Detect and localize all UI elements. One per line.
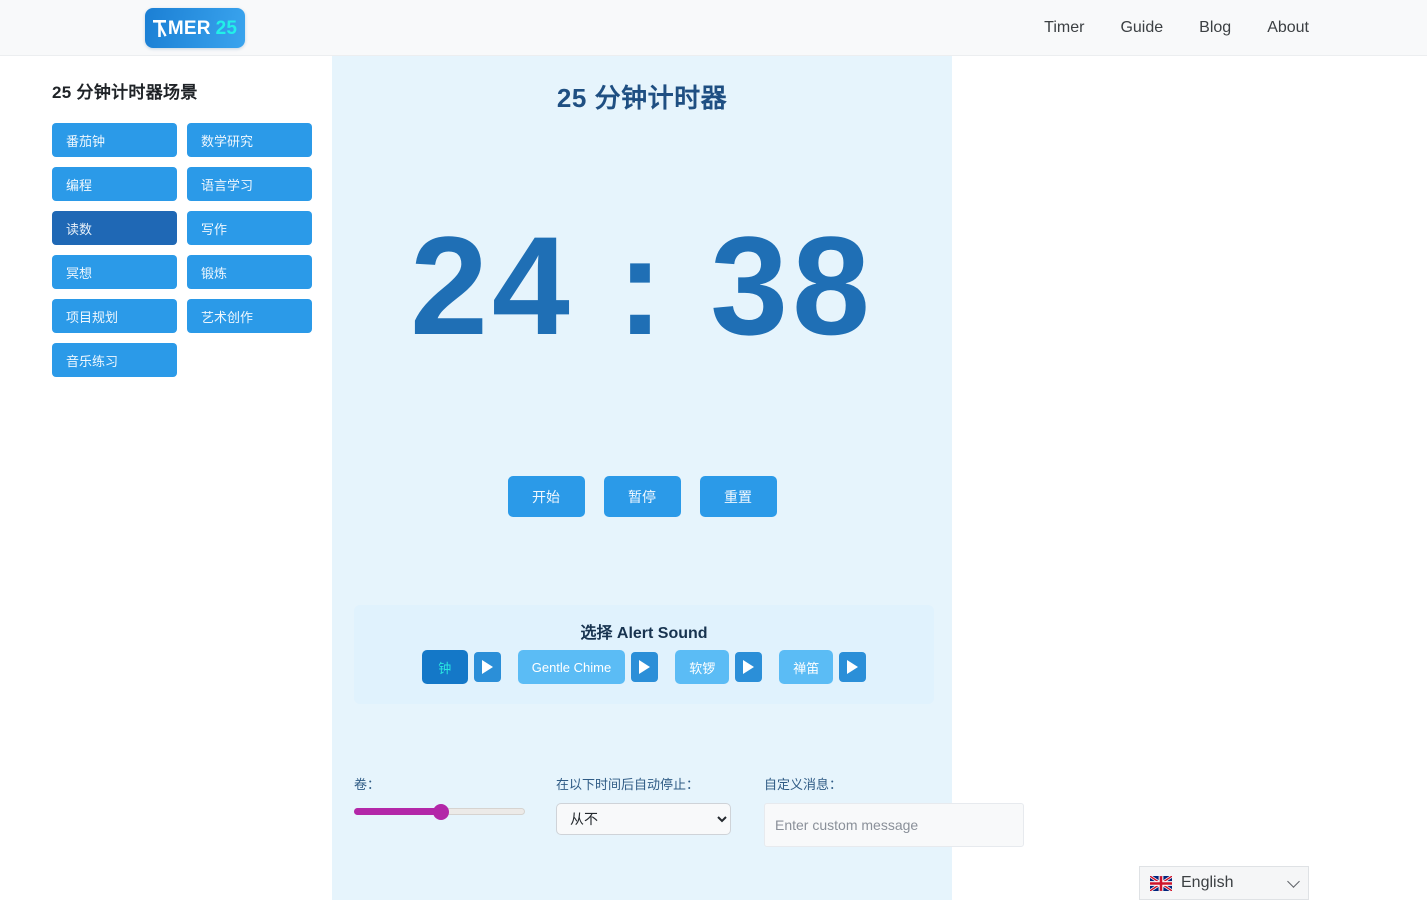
scene-button[interactable]: 数学研究	[187, 123, 312, 157]
volume-field: 卷：	[354, 774, 544, 820]
site-logo[interactable]: MER 25	[145, 8, 245, 48]
volume-slider-fill	[354, 808, 442, 815]
nav-timer[interactable]: Timer	[1044, 20, 1084, 36]
scene-button[interactable]: 番茄钟	[52, 123, 177, 157]
volume-label: 卷：	[354, 777, 381, 792]
custom-message-input[interactable]	[764, 803, 1024, 847]
scene-button[interactable]: 语言学习	[187, 167, 312, 201]
scene-button[interactable]: 音乐练习	[52, 343, 177, 377]
language-name: English	[1181, 874, 1234, 891]
reset-button[interactable]: 重置	[699, 476, 777, 517]
sound-preview-play-button[interactable]	[735, 652, 763, 682]
site-header: MER 25 Timer Guide Blog About	[0, 0, 1427, 56]
nav-about[interactable]: About	[1267, 20, 1309, 36]
timer-readout: 24 : 38	[410, 207, 874, 364]
scene-button[interactable]: 项目规划	[52, 299, 177, 333]
sound-option[interactable]: 软锣	[675, 650, 730, 684]
scene-button[interactable]: 编程	[52, 167, 177, 201]
auto-stop-label: 在以下时间后自动停止：	[556, 777, 700, 792]
scene-button-grid: 番茄钟 数学研究 编程 语言学习 读数 写作 冥想 锻炼 项目规划 艺术创作 音乐练习	[52, 123, 312, 377]
logo-word: MER	[167, 17, 211, 39]
main-nav: Timer Guide Blog About	[1044, 0, 1309, 56]
timer-panel: 25 分钟计时器 24 : 38 开始 暂停 重置 选择 Alert Sound…	[332, 56, 1024, 900]
volume-slider[interactable]	[354, 803, 525, 820]
scene-button[interactable]: 锻炼	[187, 255, 312, 289]
auto-stop-select[interactable]: 从不	[556, 803, 731, 835]
custom-message-label: 自定义消息：	[764, 777, 843, 792]
uk-flag-icon	[1150, 875, 1172, 891]
play-icon	[743, 660, 755, 674]
scene-button[interactable]: 冥想	[52, 255, 177, 289]
sound-preview-play-button[interactable]	[631, 652, 659, 682]
sidebar-title: 25 分钟计时器场景	[52, 83, 198, 102]
volume-slider-thumb[interactable]	[433, 804, 450, 820]
sound-option-selected[interactable]: 钟	[421, 650, 468, 684]
start-button[interactable]: 开始	[507, 476, 585, 517]
logo-accent: 25	[215, 17, 238, 39]
scene-button[interactable]: 艺术创作	[187, 299, 312, 333]
alert-sound-section: 选择 Alert Sound 钟 Gentle Chime 软锣 禅笛	[354, 605, 934, 704]
logo-text: MER 25	[152, 17, 238, 39]
sound-option[interactable]: 禅笛	[779, 650, 834, 684]
sound-preview-play-button[interactable]	[839, 652, 867, 682]
pause-button[interactable]: 暂停	[603, 476, 681, 517]
auto-stop-field: 在以下时间后自动停止： 从不	[556, 774, 736, 835]
language-switcher[interactable]: English	[1139, 866, 1309, 900]
custom-message-field: 自定义消息：	[764, 774, 1024, 847]
nav-blog[interactable]: Blog	[1199, 20, 1231, 36]
alert-sound-title: 选择 Alert Sound	[580, 625, 708, 642]
play-icon	[481, 660, 493, 674]
clock-hands-icon	[152, 19, 168, 38]
chevron-down-icon	[1287, 874, 1300, 888]
scene-button[interactable]: 写作	[187, 211, 312, 245]
alert-sound-options: 钟 Gentle Chime 软锣 禅笛	[354, 650, 934, 684]
play-icon	[639, 660, 651, 674]
scene-button-active[interactable]: 读数	[52, 211, 177, 245]
scenes-sidebar: 25 分钟计时器场景 番茄钟 数学研究 编程 语言学习 读数 写作 冥想 锻炼 项目规划 艺术创作…	[0, 56, 332, 900]
play-icon	[847, 660, 859, 674]
page-title: 25 分钟计时器	[556, 83, 728, 113]
sound-option[interactable]: Gentle Chime	[517, 650, 626, 684]
nav-guide[interactable]: Guide	[1120, 20, 1163, 36]
sound-preview-play-button[interactable]	[473, 652, 501, 682]
timer-settings: 卷： 在以下时间后自动停止： 从不 自定义消息：	[332, 774, 1024, 894]
timer-controls: 开始 暂停 重置	[332, 476, 952, 517]
